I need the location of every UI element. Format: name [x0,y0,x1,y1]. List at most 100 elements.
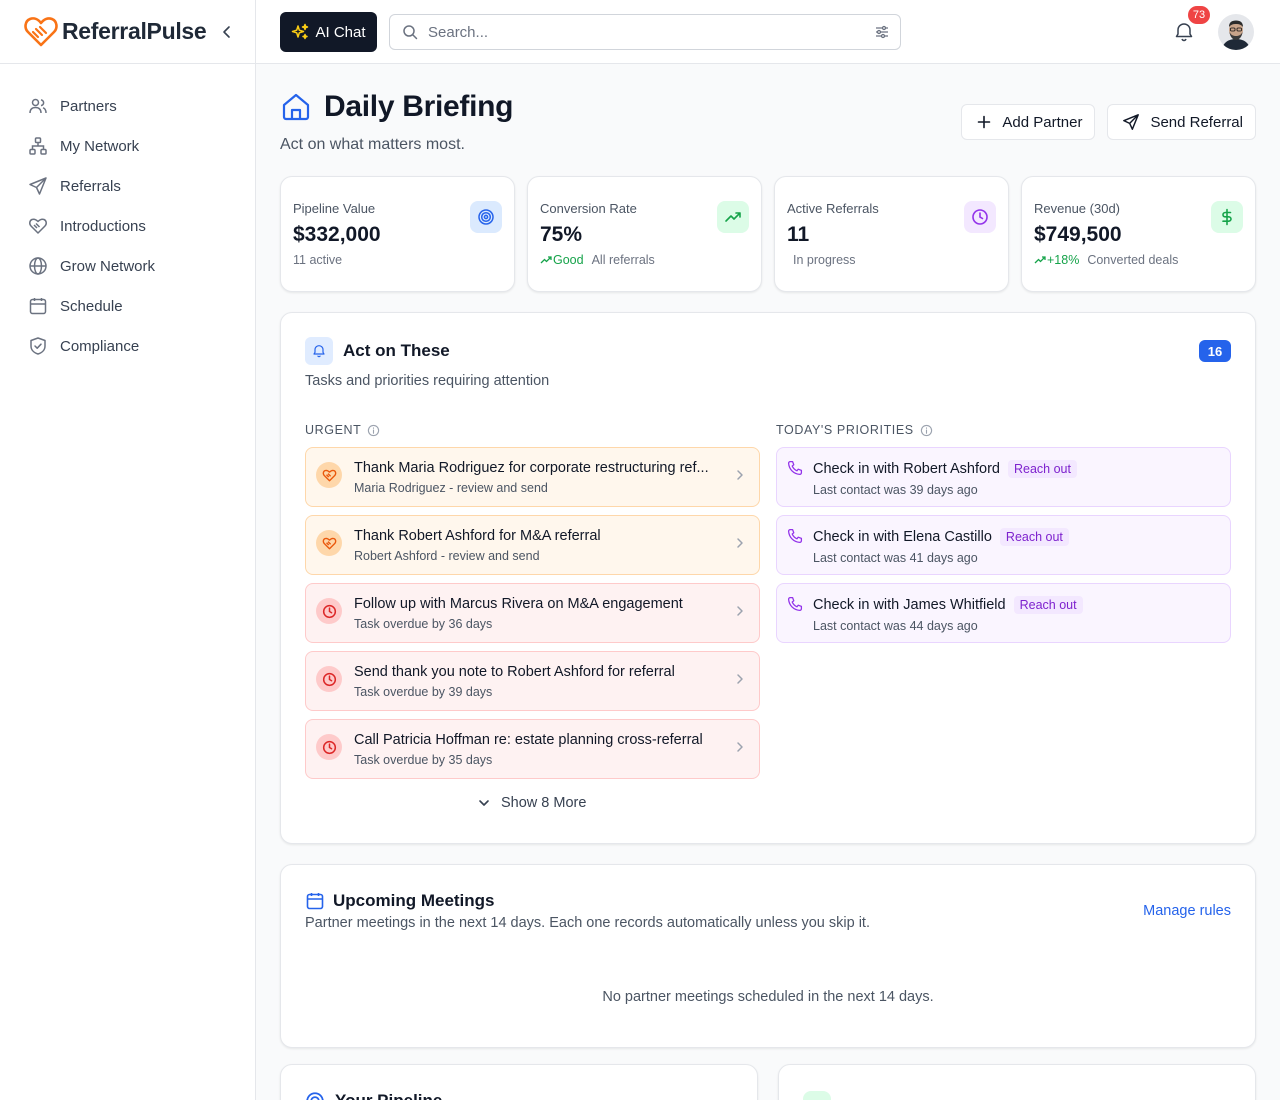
ai-chat-button[interactable]: AI Chat [280,12,377,52]
search-box [389,14,901,50]
task-subtitle: Task overdue by 36 days [354,617,493,631]
meetings-title: Upcoming Meetings [333,891,495,910]
sidebar-item-introductions[interactable]: Introductions [0,206,255,246]
ai-chat-label: AI Chat [315,23,366,41]
phone-icon [785,594,805,614]
task-subtitle: Last contact was 44 days ago [813,619,978,633]
sidebar-item-referrals[interactable]: Referrals [0,166,255,206]
collapse-sidebar-button[interactable] [217,22,237,42]
sidebar-item-partners[interactable]: Partners [0,86,255,126]
sidebar-item-label: Referrals [60,177,121,195]
stat-card-conversion-rate[interactable]: Conversion Rate 75% Good All referrals [527,176,762,292]
task-subtitle: Last contact was 41 days ago [813,551,978,565]
search-icon [403,25,418,40]
manage-rules-link[interactable]: Manage rules [1143,903,1231,919]
network-icon [29,137,47,155]
add-partner-button[interactable]: Add Partner [961,104,1096,140]
chevron-right-icon [737,470,743,480]
chevron-right-icon [737,606,743,616]
urgent-heading-text: URGENT [305,423,362,437]
avatar[interactable] [1218,14,1254,50]
user-photo-icon [1218,14,1254,50]
trending-up-icon [540,256,552,264]
sidebar-item-label: Compliance [60,337,140,355]
sidebar-item-label: Partners [60,97,117,115]
meetings-empty-state: No partner meetings scheduled in the nex… [602,989,934,1005]
urgent-heading: URGENT [305,423,380,437]
stats-row: Pipeline Value $332,000 11 active Conver… [280,176,1256,292]
upcoming-meetings-card: Upcoming Meetings Partner meetings in th… [280,864,1256,1048]
urgent-task[interactable]: Send thank you note to Robert Ashford fo… [305,651,760,711]
stat-card-active-referrals[interactable]: Active Referrals 11 In progress [774,176,1009,292]
priority-task[interactable]: Check in with James Whitfield Reach out L… [776,583,1231,643]
clock-icon [316,598,342,624]
send-referral-button[interactable]: Send Referral [1107,104,1256,140]
calendar-icon [306,893,324,910]
chevron-left-icon [223,26,230,38]
target-icon [306,1092,324,1100]
send-icon [1123,114,1140,130]
shield-check-icon [30,337,46,355]
trend-text: +18% [1047,253,1080,267]
show-more-button[interactable]: Show 8 More [477,795,586,811]
priority-task[interactable]: Check in with Elena Castillo Reach out La… [776,515,1231,575]
trend-indicator: Good [540,253,584,267]
topbar: AI Chat 73 [256,0,1280,64]
priorities-heading-text: TODAY'S PRIORITIES [776,423,914,437]
chevron-right-icon [737,674,743,684]
calendar-icon [29,298,47,315]
info-icon[interactable] [367,424,380,437]
phone-icon [785,458,805,478]
task-title: Follow up with Marcus Rivera on M&A enga… [354,596,683,612]
task-subtitle: Last contact was 39 days ago [813,483,978,497]
brand: ReferralPulse [0,0,255,64]
target-icon [470,201,502,233]
urgent-list: Thank Maria Rodriguez for corporate rest… [305,447,760,787]
bell-icon [305,337,333,365]
page-subtitle: Act on what matters most. [280,136,465,153]
sidebar: ReferralPulse Partners My Network Referr… [0,0,256,1100]
phone-icon [785,526,805,546]
info-icon[interactable] [920,424,933,437]
reach-out-tag: Reach out [999,528,1069,546]
sidebar-item-schedule[interactable]: Schedule [0,286,255,326]
users-icon [29,98,47,114]
urgent-task[interactable]: Follow up with Marcus Rivera on M&A enga… [305,583,760,643]
urgent-task[interactable]: Call Patricia Hoffman re: estate plannin… [305,719,760,779]
stat-sub: In progress [793,253,856,267]
notifications-bell-icon[interactable] [1172,20,1196,44]
urgent-task[interactable]: Thank Maria Rodriguez for corporate rest… [305,447,760,507]
sidebar-item-grow-network[interactable]: Grow Network [0,246,255,286]
task-title: Call Patricia Hoffman re: estate plannin… [354,732,703,748]
sidebar-item-label: Grow Network [60,257,156,275]
stat-sub: All referrals [591,253,655,267]
show-more-label: Show 8 More [501,795,587,811]
stat-sub: Converted deals [1087,253,1179,267]
sidebar-nav: Partners My Network Referrals Introducti… [0,64,255,366]
reach-out-tag: Reach out [1007,460,1077,478]
main-content: Daily Briefing Act on what matters most.… [280,64,1256,1100]
act-title: Act on These [343,341,450,360]
urgent-task[interactable]: Thank Robert Ashford for M&A referral Ro… [305,515,760,575]
task-subtitle: Task overdue by 35 days [354,753,493,767]
search-input[interactable] [428,23,848,41]
task-subtitle: Task overdue by 39 days [354,685,493,699]
sliders-icon[interactable] [874,24,890,40]
meetings-description: Partner meetings in the next 14 days. Ea… [305,915,870,931]
send-referral-label: Send Referral [1150,113,1243,131]
task-title: Send thank you note to Robert Ashford fo… [354,664,675,680]
pipeline-card: Your Pipeline [280,1064,758,1100]
notification-count-badge: 73 [1188,6,1210,24]
sidebar-item-compliance[interactable]: Compliance [0,326,255,366]
clock-icon [964,201,996,233]
stat-card-revenue[interactable]: Revenue (30d) $749,500 +18% Converted de… [1021,176,1256,292]
secondary-card [778,1064,1256,1100]
sidebar-item-my-network[interactable]: My Network [0,126,255,166]
trend-text: Good [553,253,584,267]
act-description: Tasks and priorities requiring attention [305,373,550,389]
act-on-these-card: Act on These Tasks and priorities requir… [280,312,1256,844]
bottom-cards-row: Your Pipeline [280,1064,1256,1100]
trending-up-icon [717,201,749,233]
stat-card-pipeline-value[interactable]: Pipeline Value $332,000 11 active [280,176,515,292]
priority-task[interactable]: Check in with Robert Ashford Reach out La… [776,447,1231,507]
